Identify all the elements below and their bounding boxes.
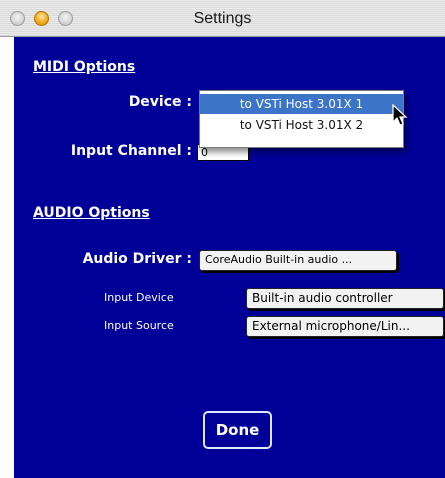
done-button[interactable]: Done <box>203 411 272 449</box>
window-title: Settings <box>193 10 252 27</box>
device-menu-item-1[interactable]: to VSTi Host 3.01X 1 <box>200 94 403 114</box>
midi-section-title: MIDI Options <box>33 59 136 75</box>
input-device-popup[interactable]: Built-in audio controller <box>246 288 444 309</box>
audio-driver-label: Audio Driver : <box>82 251 192 267</box>
window-left-edge <box>0 37 14 478</box>
input-source-popup[interactable]: External microphone/Lin... <box>246 316 444 337</box>
input-channel-label: Input Channel : <box>70 143 192 159</box>
device-menu-item-2[interactable]: to VSTi Host 3.01X 2 <box>200 115 403 135</box>
device-label: Device : <box>128 94 192 110</box>
audio-section-title: AUDIO Options <box>33 205 150 221</box>
title-bar: Settings <box>0 0 445 37</box>
input-source-label: Input Source <box>104 319 174 332</box>
mouse-pointer-icon <box>392 104 408 126</box>
audio-driver-popup[interactable]: CoreAudio Built-in audio ... <box>199 250 397 271</box>
device-popup-menu: to VSTi Host 3.01X 1 to VSTi Host 3.01X … <box>199 90 404 148</box>
input-device-label: Input Device <box>104 291 174 304</box>
